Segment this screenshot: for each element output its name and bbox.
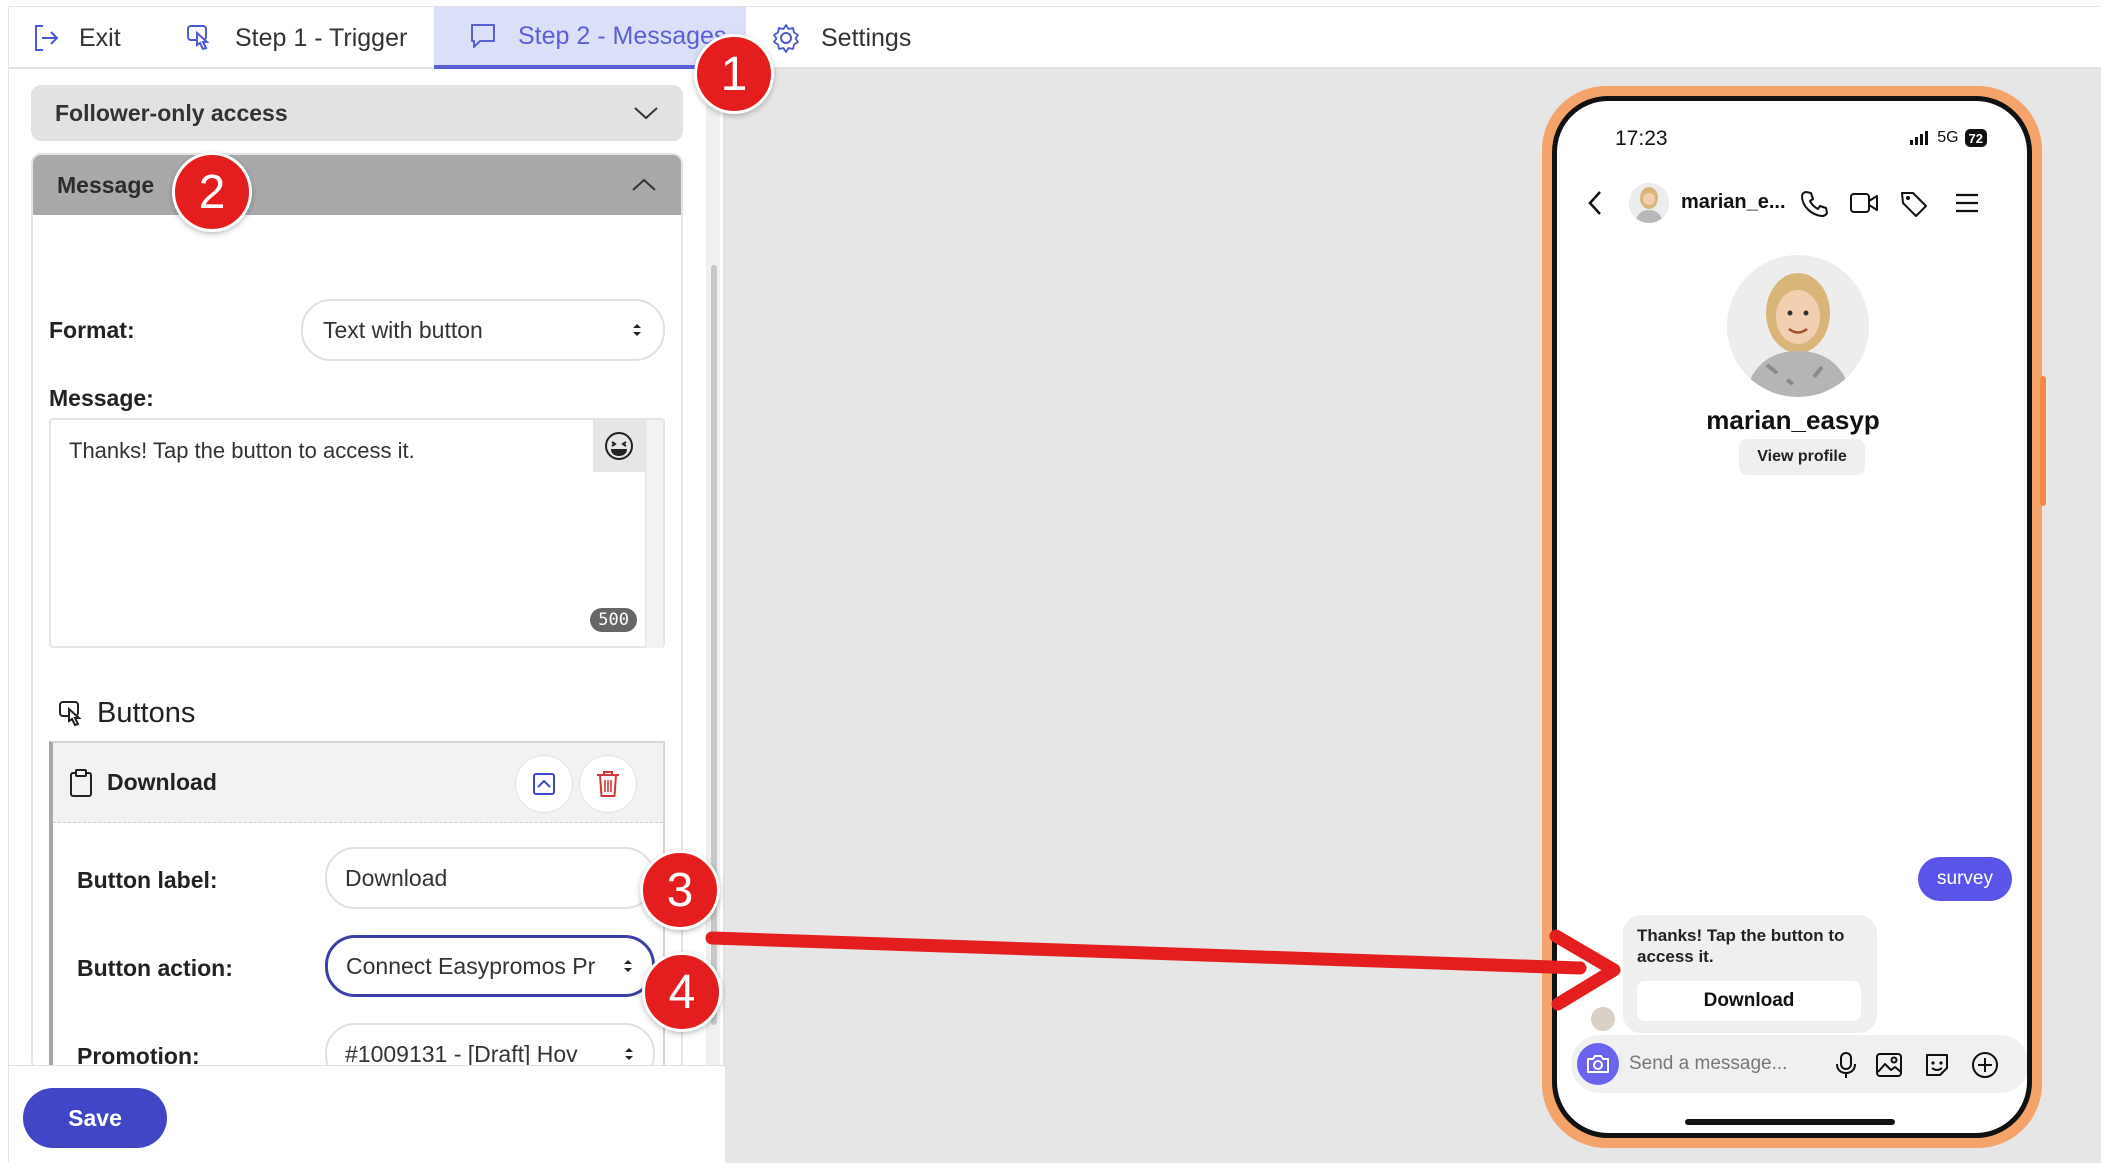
chevron-up-icon [632,178,656,191]
sent-message-bubble: survey [1918,857,2012,901]
network-label: 5G [1937,129,1959,146]
button-action-value: Connect Easypromos Pr [346,952,596,979]
battery-badge: 72 [1964,129,1987,147]
message-textarea[interactable]: Thanks! Tap the button to access it. 500 [49,418,665,648]
profile-name: marian_easyp [1706,405,1880,435]
plus-icon[interactable] [1971,1051,1999,1079]
signal-icon [1910,131,1929,145]
trash-icon [597,771,619,797]
char-count-badge: 500 [590,608,637,632]
chat-thread: marian_easyp View profile survey Thanks!… [1573,247,2027,1037]
emoji-button[interactable] [593,420,645,472]
phone-call-icon[interactable] [1800,189,1828,217]
settings-label: Settings [821,23,912,52]
phone-side-button [2040,376,2046,506]
select-arrows-icon [624,960,632,972]
home-indicator [1685,1119,1895,1125]
chat-header: marian_e... [1557,173,2027,235]
view-profile-button[interactable]: View profile [1739,439,1865,475]
sticker-icon[interactable] [1923,1051,1951,1079]
exit-label: Exit [79,23,121,52]
reply-download-button[interactable]: Download [1637,981,1861,1021]
chevron-down-icon [634,107,658,120]
phone-preview: 17:23 5G 72 marian_e... marian_easyp Vie… [1542,86,2042,1148]
camera-icon [1587,1055,1609,1073]
message-section: Message Format: Text with button Message… [31,153,683,1071]
button-card: Download Button label: Download Button a… [49,741,665,1069]
annotation-badge-1: 1 [694,34,774,114]
clipboard-icon [70,768,92,797]
message-text: Thanks! Tap the button to access it. [69,438,415,463]
exit-tab[interactable]: Exit [33,7,121,69]
promotion-value: #1009131 - [Draft] Hov [345,1040,578,1067]
save-button[interactable]: Save [23,1088,167,1148]
annotation-badge-2: 2 [172,152,252,232]
format-select[interactable]: Text with button [301,299,665,361]
buttons-heading: Buttons [57,697,195,730]
button-action-select[interactable]: Connect Easypromos Pr [325,935,655,997]
reply-message-text: Thanks! Tap the button to access it. [1637,926,1845,966]
button-card-title: Download [107,769,217,795]
textarea-scrollbar[interactable] [645,420,663,648]
chat-header-name[interactable]: marian_e... [1681,191,1786,214]
collapse-button[interactable] [515,755,573,813]
accordion-title: Follower-only access [55,99,288,126]
exit-icon [35,25,59,51]
editor-panel: Follower-only access Message Format: Tex… [9,69,725,1163]
delete-button[interactable] [579,755,637,813]
accordion-message-header[interactable]: Message [33,155,681,215]
message-label: Message: [49,385,154,411]
tab-settings[interactable]: Settings [771,7,911,69]
button-label-input[interactable]: Download [325,847,655,909]
tag-icon[interactable] [1899,189,1929,217]
promotion-select[interactable]: #1009131 - [Draft] Hov [325,1023,655,1069]
select-arrows-icon [633,324,641,336]
save-bar: Save [9,1065,725,1163]
accordion-follower-only-access[interactable]: Follower-only access [31,85,683,141]
step1-label: Step 1 - Trigger [235,23,408,52]
select-arrows-icon [625,1048,633,1060]
button-label-label: Button label: [77,867,218,893]
collapse-icon [533,773,555,795]
format-value: Text with button [323,316,483,343]
video-call-icon[interactable] [1849,189,1879,217]
menu-icon[interactable] [1953,189,1981,217]
camera-button[interactable] [1577,1043,1619,1085]
composer-placeholder: Send a message... [1629,1053,1788,1074]
annotation-badge-3: 3 [640,850,720,930]
format-label: Format: [49,317,135,343]
chat-bubble-icon [471,24,495,48]
tab-step1-trigger[interactable]: Step 1 - Trigger [185,7,407,69]
button-card-header[interactable]: Download [53,743,663,823]
step2-label: Step 2 - Messages [518,21,727,50]
microphone-icon[interactable] [1833,1051,1859,1079]
touch-icon [59,700,82,726]
image-icon[interactable] [1875,1051,1903,1079]
person-photo-icon [1629,183,1669,223]
accordion-title: Message [57,171,155,198]
button-label-value: Download [345,864,448,891]
emoji-icon [605,432,633,460]
button-action-label: Button action: [77,955,233,981]
gear-icon [773,24,799,53]
status-indicators: 5G 72 [1909,129,1987,147]
phone-screen: 17:23 5G 72 marian_e... marian_easyp Vie… [1552,96,2032,1138]
person-photo-icon [1727,255,1869,397]
avatar[interactable] [1629,183,1669,223]
annotation-badge-4: 4 [642,952,722,1032]
status-time: 17:23 [1615,127,1668,150]
message-composer[interactable]: Send a message... [1571,1035,2027,1093]
sender-avatar [1591,1007,1615,1031]
back-arrow-icon[interactable] [1587,189,1603,217]
profile-picture[interactable] [1727,255,1869,397]
top-nav: Exit Step 1 - Trigger Step 2 - Messages … [9,7,2101,69]
buttons-heading-text: Buttons [97,697,196,729]
touch-icon [187,25,210,51]
reply-message-bubble: Thanks! Tap the button to access it. Dow… [1623,915,1877,1033]
